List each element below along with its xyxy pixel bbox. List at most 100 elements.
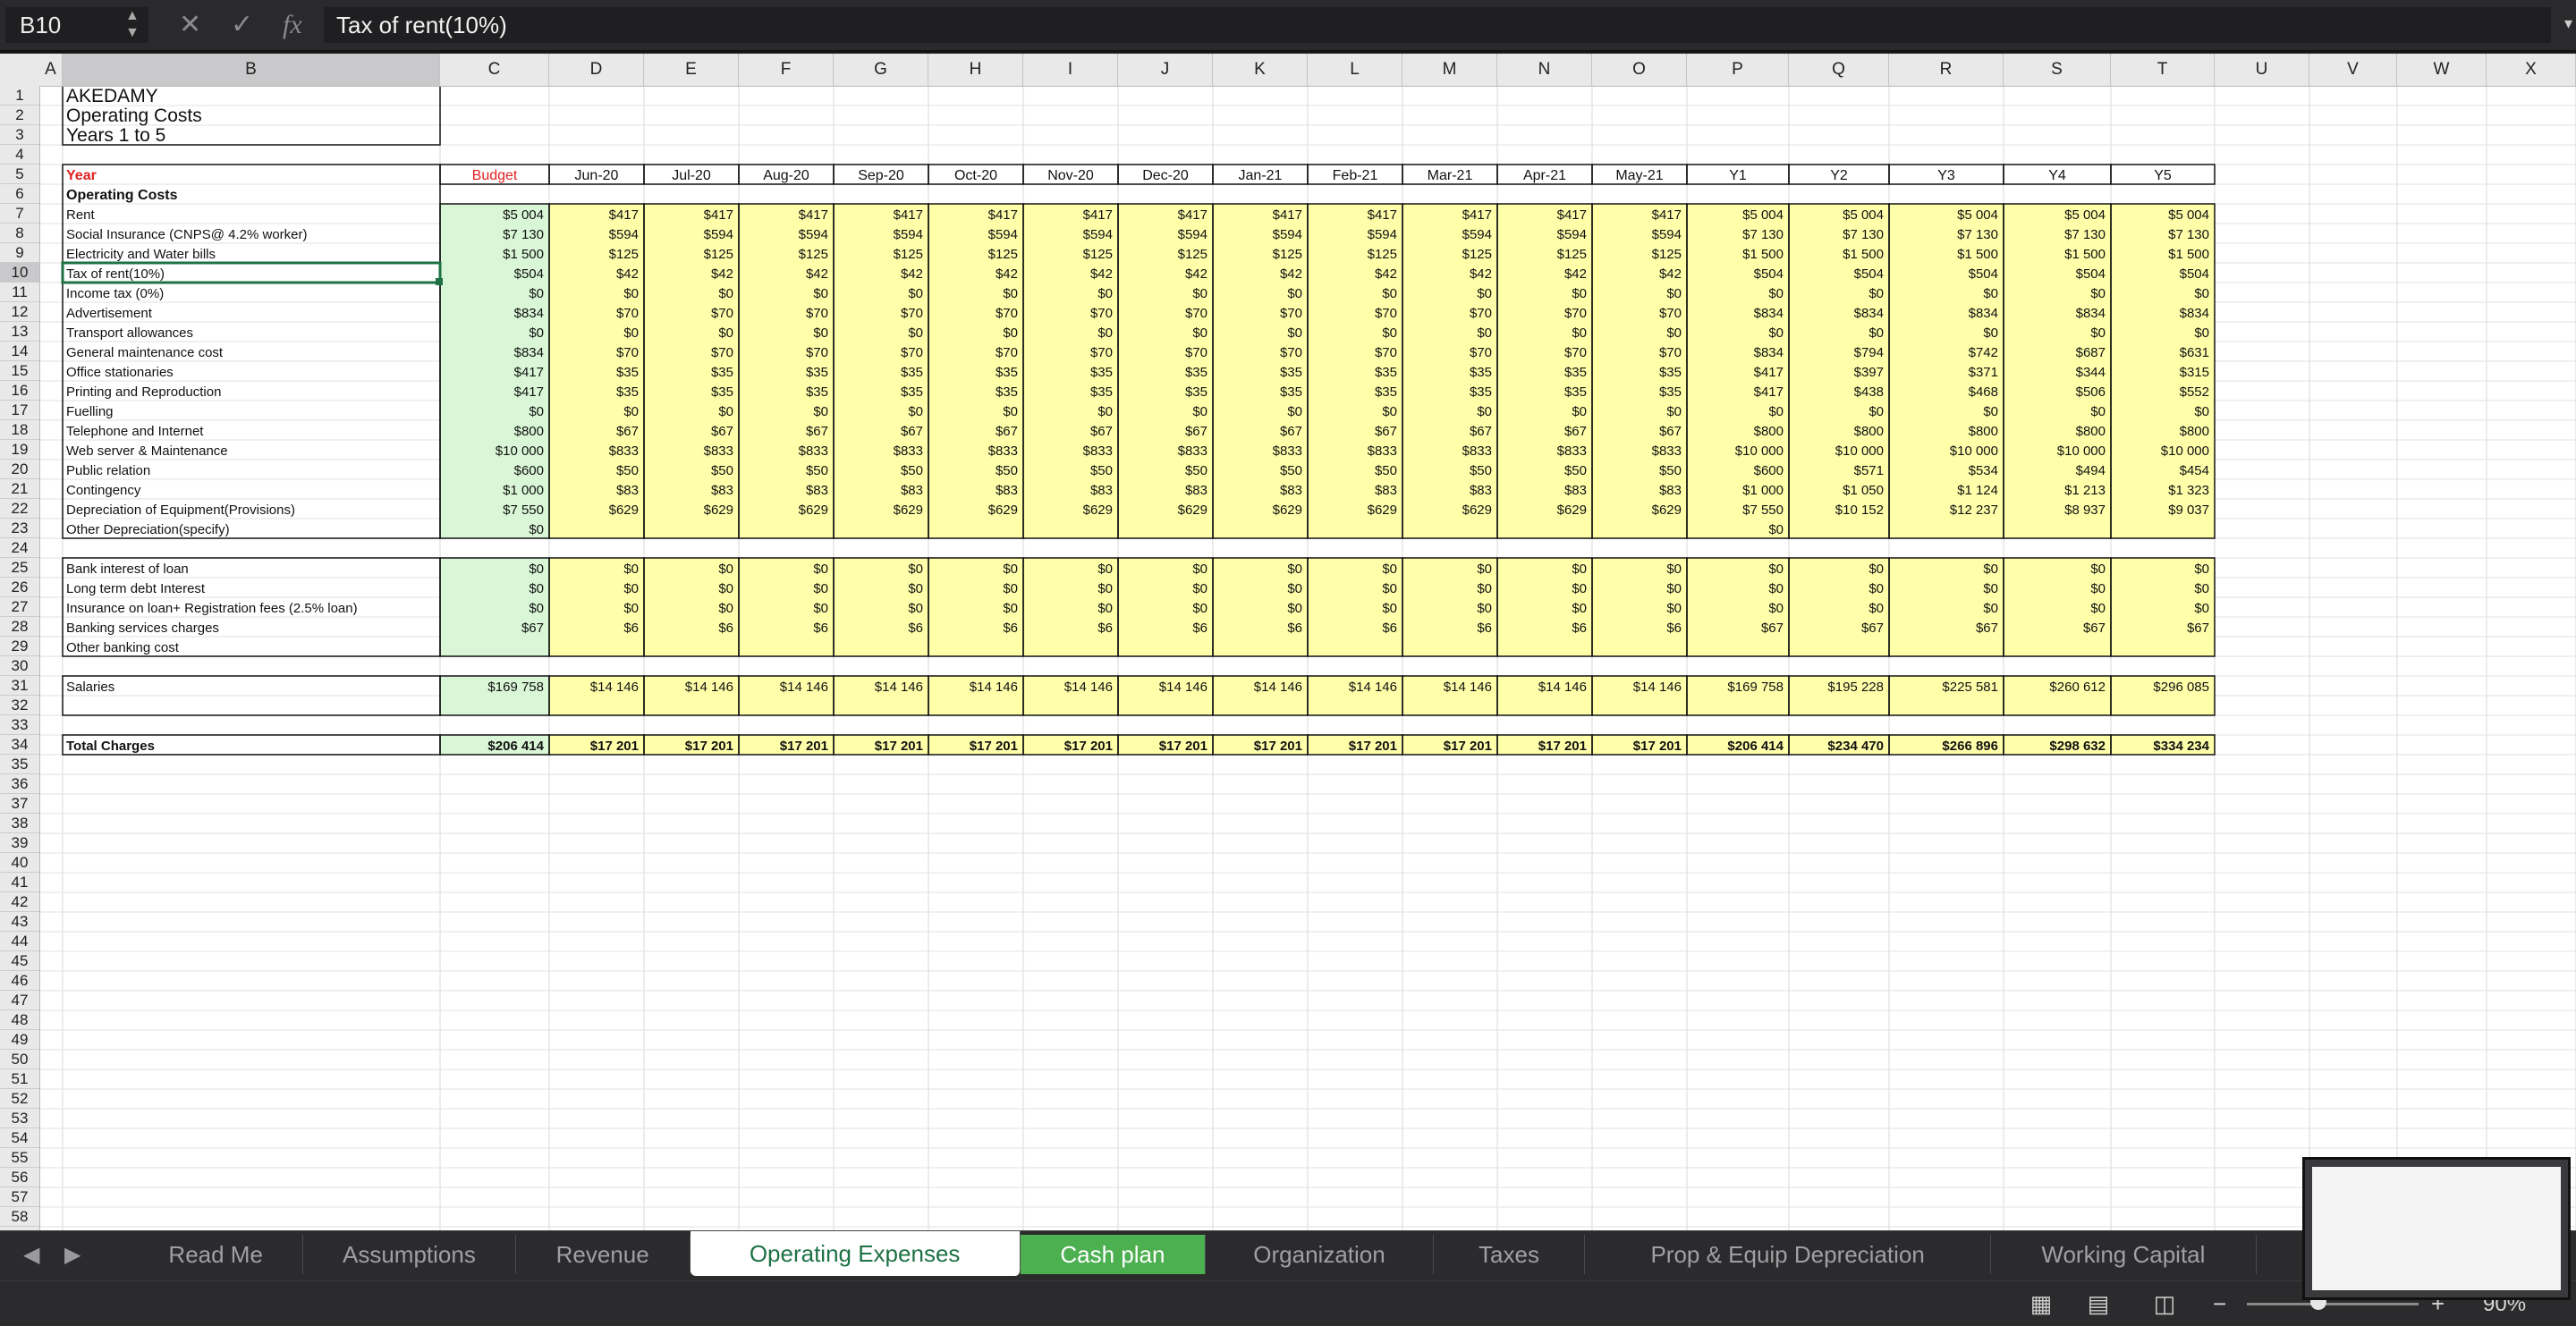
tab-working-capital[interactable]: Working Capital <box>1991 1235 2257 1274</box>
row-header-20[interactable]: 20 <box>0 460 39 479</box>
tab-revenue[interactable]: Revenue <box>516 1235 691 1274</box>
column-header-J[interactable]: J <box>1118 54 1213 86</box>
sheet-thumbnail-preview[interactable] <box>2302 1157 2571 1300</box>
row-header-26[interactable]: 26 <box>0 578 39 597</box>
row-headers[interactable]: 1 2 3 4 5 6 7 8 9 10 11 12 13 14 15 16 17 18 19 20 21 22 23 24 2… <box>0 86 40 1230</box>
row-header-21[interactable]: 21 <box>0 479 39 499</box>
row-header-41[interactable]: 41 <box>0 873 39 892</box>
row-header-48[interactable]: 48 <box>0 1010 39 1030</box>
row-header-39[interactable]: 39 <box>0 833 39 853</box>
row-header-52[interactable]: 52 <box>0 1089 39 1109</box>
row-header-23[interactable]: 23 <box>0 519 39 538</box>
row-header-37[interactable]: 37 <box>0 794 39 814</box>
row-header-46[interactable]: 46 <box>0 971 39 991</box>
row-header-1[interactable]: 1 <box>0 86 39 106</box>
normal-view-icon[interactable]: ▦ <box>2023 1288 2059 1319</box>
page-break-view-icon[interactable]: ◫ <box>2147 1288 2182 1319</box>
enter-icon[interactable]: ✓ <box>231 9 253 41</box>
row-header-54[interactable]: 54 <box>0 1128 39 1148</box>
row-header-58[interactable]: 58 <box>0 1207 39 1227</box>
row-header-45[interactable]: 45 <box>0 951 39 971</box>
row-header-53[interactable]: 53 <box>0 1109 39 1128</box>
zoom-slider[interactable] <box>2247 1303 2419 1305</box>
row-header-24[interactable]: 24 <box>0 538 39 558</box>
tab-assumptions[interactable]: Assumptions <box>303 1235 516 1274</box>
row-header-5[interactable]: 5 <box>0 165 39 184</box>
column-header-I[interactable]: I <box>1023 54 1118 86</box>
tab-read-me[interactable]: Read Me <box>129 1235 304 1274</box>
column-header-O[interactable]: O <box>1592 54 1687 86</box>
tab-taxes[interactable]: Taxes <box>1434 1235 1586 1274</box>
tab-operating-expenses[interactable]: Operating Expenses <box>690 1231 1021 1276</box>
row-header-57[interactable]: 57 <box>0 1187 39 1207</box>
column-header-R[interactable]: R <box>1889 54 2004 86</box>
row-header-10[interactable]: 10 <box>0 263 39 283</box>
column-header-B[interactable]: B <box>63 54 440 86</box>
row-header-7[interactable]: 7 <box>0 204 39 224</box>
fx-icon[interactable]: fx <box>283 9 302 41</box>
column-header-A[interactable]: A <box>39 54 63 86</box>
row-header-44[interactable]: 44 <box>0 932 39 951</box>
column-header-P[interactable]: P <box>1687 54 1789 86</box>
formula-input[interactable]: Tax of rent(10%) <box>324 7 2551 43</box>
column-header-Q[interactable]: Q <box>1789 54 1889 86</box>
row-header-51[interactable]: 51 <box>0 1069 39 1089</box>
row-header-16[interactable]: 16 <box>0 381 39 401</box>
row-header-17[interactable]: 17 <box>0 401 39 420</box>
formula-expand-icon[interactable]: ▾ <box>2564 14 2572 33</box>
row-header-6[interactable]: 6 <box>0 184 39 204</box>
row-header-2[interactable]: 2 <box>0 106 39 125</box>
row-header-3[interactable]: 3 <box>0 125 39 145</box>
row-header-14[interactable]: 14 <box>0 342 39 361</box>
cell-grid[interactable]: AKEDAMYOperating CostsYears 1 to 5Year Bu… <box>0 54 2576 1230</box>
row-header-13[interactable]: 13 <box>0 322 39 342</box>
column-header-U[interactable]: U <box>2215 54 2309 86</box>
row-header-9[interactable]: 9 <box>0 243 39 263</box>
column-header-L[interactable]: L <box>1308 54 1402 86</box>
row-header-49[interactable]: 49 <box>0 1030 39 1050</box>
row-header-29[interactable]: 29 <box>0 637 39 656</box>
row-header-11[interactable]: 11 <box>0 283 39 302</box>
row-header-15[interactable]: 15 <box>0 361 39 381</box>
row-header-33[interactable]: 33 <box>0 715 39 735</box>
row-header-47[interactable]: 47 <box>0 991 39 1010</box>
column-header-G[interactable]: G <box>834 54 928 86</box>
row-header-40[interactable]: 40 <box>0 853 39 873</box>
row-header-32[interactable]: 32 <box>0 696 39 715</box>
spreadsheet[interactable]: AKEDAMY Operating Costs Years 1 to 5 Year Bu… <box>0 54 2576 1230</box>
column-header-T[interactable]: T <box>2111 54 2215 86</box>
row-header-55[interactable]: 55 <box>0 1148 39 1168</box>
tab-next-icon[interactable]: ▶ <box>64 1242 80 1268</box>
row-header-34[interactable]: 34 <box>0 735 39 755</box>
column-header-X[interactable]: X <box>2487 54 2576 86</box>
column-header-N[interactable]: N <box>1497 54 1592 86</box>
column-header-V[interactable]: V <box>2309 54 2397 86</box>
row-header-4[interactable]: 4 <box>0 145 39 165</box>
name-box-stepper-icon[interactable]: ▲ ▼ <box>125 7 140 41</box>
column-headers[interactable]: ABCDEFGHIJKLMNOPQRSTUVWX <box>0 54 2576 87</box>
row-header-12[interactable]: 12 <box>0 302 39 322</box>
row-header-56[interactable]: 56 <box>0 1168 39 1187</box>
column-header-H[interactable]: H <box>928 54 1023 86</box>
column-header-W[interactable]: W <box>2397 54 2487 86</box>
column-header-F[interactable]: F <box>739 54 834 86</box>
row-header-31[interactable]: 31 <box>0 676 39 696</box>
row-header-25[interactable]: 25 <box>0 558 39 578</box>
zoom-out-icon[interactable]: − <box>2213 1290 2226 1318</box>
row-header-30[interactable]: 30 <box>0 656 39 676</box>
row-header-19[interactable]: 19 <box>0 440 39 460</box>
column-header-S[interactable]: S <box>2004 54 2111 86</box>
row-header-22[interactable]: 22 <box>0 499 39 519</box>
tab-cash-plan[interactable]: Cash plan <box>1020 1235 1207 1274</box>
cancel-icon[interactable]: ✕ <box>179 9 201 41</box>
row-header-36[interactable]: 36 <box>0 774 39 794</box>
row-header-18[interactable]: 18 <box>0 420 39 440</box>
column-header-E[interactable]: E <box>644 54 739 86</box>
row-header-35[interactable]: 35 <box>0 755 39 774</box>
tab-prev-icon[interactable]: ◀ <box>23 1242 39 1268</box>
row-header-38[interactable]: 38 <box>0 814 39 833</box>
column-header-C[interactable]: C <box>440 54 549 86</box>
column-header-K[interactable]: K <box>1213 54 1308 86</box>
tab-prop-equip-depreciation[interactable]: Prop & Equip Depreciation <box>1585 1235 1991 1274</box>
column-header-M[interactable]: M <box>1402 54 1497 86</box>
